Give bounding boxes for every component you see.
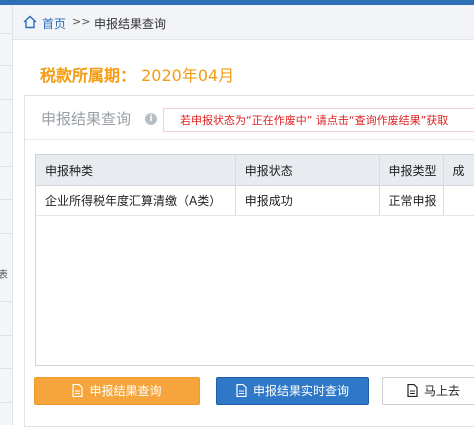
tax-period: 税款所属期： 2020年04月 — [40, 62, 234, 86]
breadcrumb-current: 申报结果查询 — [94, 17, 167, 31]
column-header: 申报类型 — [379, 155, 444, 186]
sidebar-divider — [0, 233, 12, 234]
column-header: 成 — [443, 155, 474, 186]
info-icon[interactable]: i — [145, 113, 157, 125]
realtime-query-button-label: 申报结果实时查询 — [252, 384, 349, 398]
tax-period-label: 税款所属期： — [40, 66, 137, 85]
go-now-button[interactable]: 马上去 — [382, 377, 474, 405]
sidebar-divider — [0, 301, 12, 302]
breadcrumb-home-link[interactable]: 首页 — [42, 15, 66, 32]
go-now-button-label: 马上去 — [424, 384, 461, 398]
sidebar-divider — [0, 166, 12, 167]
result-table: 申报种类 申报状态 申报类型 成 企业所得税年度汇算清缴（A类） 申报成功 正常… — [35, 154, 474, 366]
table-cell: 正常申报 — [379, 185, 444, 216]
sidebar-divider — [0, 132, 12, 133]
main-content: 首页 >> 申报结果查询 税款所属期： 2020年04月 申报结果查询 i 若申… — [13, 5, 474, 427]
breadcrumb-separator: >> — [72, 15, 91, 28]
home-icon[interactable] — [23, 15, 37, 29]
sidebar-divider — [0, 65, 12, 66]
table-row[interactable]: 企业所得税年度汇算清缴（A类） 申报成功 正常申报 — [36, 185, 474, 216]
table-cell: 申报成功 — [235, 185, 380, 216]
sidebar-divider — [0, 368, 12, 369]
document-icon — [407, 384, 418, 397]
query-result-button-label: 申报结果查询 — [89, 384, 162, 398]
panel-divider — [25, 139, 474, 140]
column-header: 申报种类 — [36, 155, 236, 186]
column-header: 申报状态 — [235, 155, 380, 186]
tax-period-value: 2020年04月 — [141, 66, 235, 85]
breadcrumb: 首页 >> 申报结果查询 — [13, 5, 474, 40]
query-result-button[interactable]: 申报结果查询 — [34, 377, 200, 405]
notice-banner: 若申报状态为“正在作废中” 请点击“查询作废结果”获取 — [163, 108, 474, 132]
sidebar-divider — [0, 99, 12, 100]
sidebar-divider — [0, 335, 12, 336]
sidebar-item-label[interactable]: 表 — [0, 266, 8, 281]
table-cell: 企业所得税年度汇算清缴（A类） — [36, 185, 236, 216]
realtime-query-button[interactable]: 申报结果实时查询 — [216, 377, 369, 405]
document-icon — [236, 384, 247, 397]
sidebar-divider — [0, 402, 12, 403]
panel-title: 申报结果查询 — [41, 110, 132, 128]
sidebar-divider — [0, 33, 12, 34]
table-cell — [443, 185, 474, 216]
document-icon — [72, 384, 84, 397]
table-header-row: 申报种类 申报状态 申报类型 成 — [36, 155, 474, 186]
sidebar: 表 — [0, 5, 13, 425]
sidebar-divider — [0, 199, 12, 200]
